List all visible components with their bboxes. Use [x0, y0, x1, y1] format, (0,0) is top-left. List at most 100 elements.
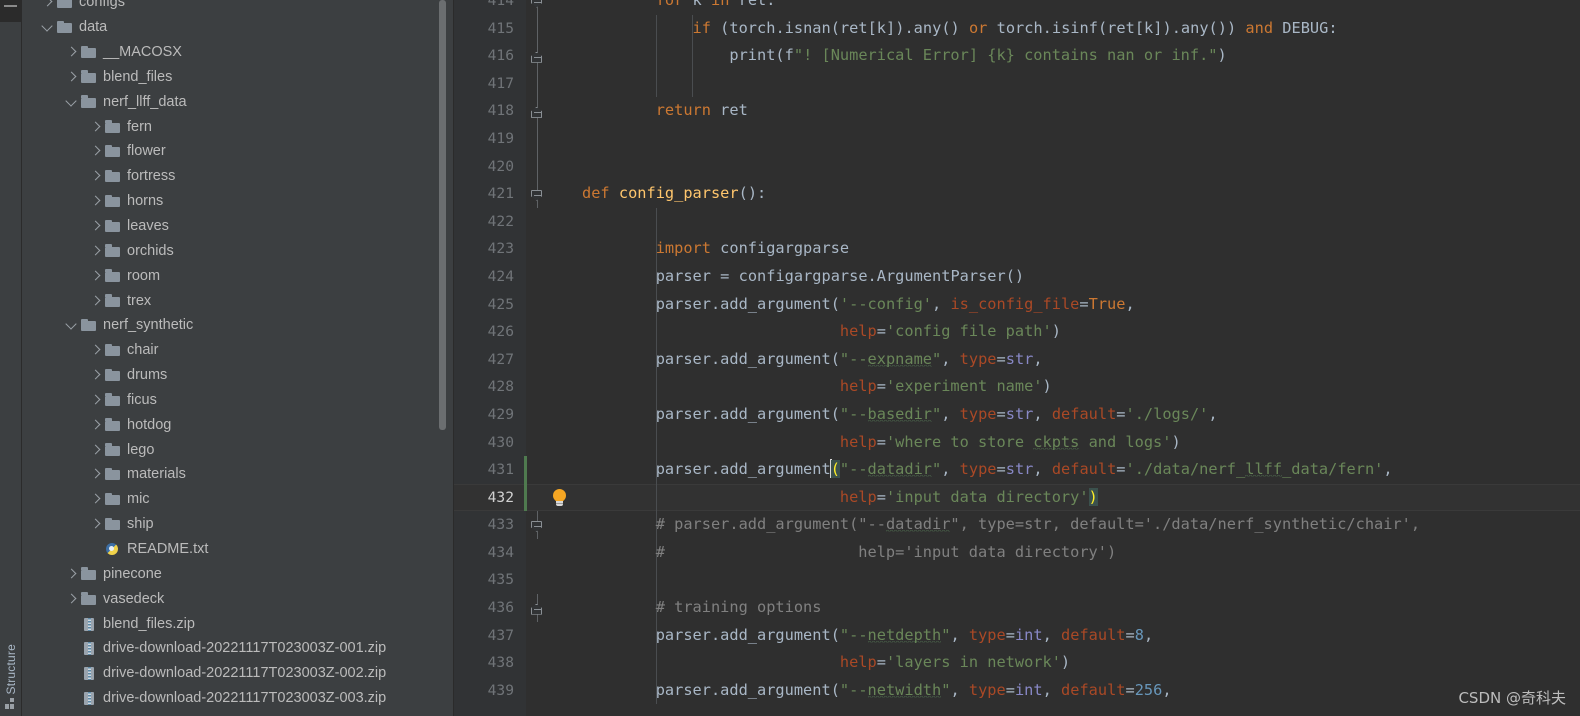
code-line-421[interactable]: 421 def config_parser():: [454, 180, 1580, 209]
code-line-418[interactable]: 418 return ret: [454, 97, 1580, 126]
code-line-419[interactable]: 419: [454, 124, 1580, 153]
code-text[interactable]: def config_parser():: [582, 180, 766, 208]
code-text[interactable]: help='layers in network'): [582, 649, 1070, 677]
code-text[interactable]: help='config file path'): [582, 318, 1061, 346]
chevron-down-icon[interactable]: [40, 19, 56, 35]
structure-tool-button[interactable]: Structure: [0, 644, 22, 711]
collapse-panel-button[interactable]: [0, 0, 22, 22]
chevron-right-icon[interactable]: [64, 44, 80, 60]
code-text[interactable]: parser.add_argument("--expname", type=st…: [582, 346, 1043, 374]
code-line-422[interactable]: 422: [454, 207, 1580, 236]
tree-item-fortress[interactable]: fortress: [22, 164, 454, 189]
code-line-424[interactable]: 424 parser = configargparse.ArgumentPars…: [454, 262, 1580, 291]
chevron-right-icon[interactable]: [64, 566, 80, 582]
tree-item-horns[interactable]: horns: [22, 189, 454, 214]
chevron-right-icon[interactable]: [88, 516, 104, 532]
code-line-439[interactable]: 439 parser.add_argument("--netwidth", ty…: [454, 676, 1580, 705]
tree-item-readme-txt[interactable]: README.txt: [22, 537, 454, 562]
code-line-416[interactable]: 416 print(f"! [Numerical Error] {k} cont…: [454, 42, 1580, 71]
code-text[interactable]: parser = configargparse.ArgumentParser(): [582, 263, 1024, 291]
tree-item-ship[interactable]: ship: [22, 512, 454, 537]
tree-item-lego[interactable]: lego: [22, 437, 454, 462]
chevron-right-icon[interactable]: [88, 168, 104, 184]
code-line-430[interactable]: 430 help='where to store ckpts and logs'…: [454, 428, 1580, 457]
code-line-423[interactable]: 423 import configargparse: [454, 235, 1580, 263]
tree-item-orchids[interactable]: orchids: [22, 238, 454, 263]
code-text[interactable]: print(f"! [Numerical Error] {k} contains…: [582, 42, 1226, 70]
chevron-right-icon[interactable]: [88, 268, 104, 284]
chevron-right-icon[interactable]: [88, 218, 104, 234]
chevron-right-icon[interactable]: [40, 0, 56, 10]
chevron-right-icon[interactable]: [88, 143, 104, 159]
code-line-438[interactable]: 438 help='layers in network'): [454, 649, 1580, 677]
code-line-425[interactable]: 425 parser.add_argument('--config', is_c…: [454, 290, 1580, 319]
chevron-right-icon[interactable]: [88, 119, 104, 135]
chevron-right-icon[interactable]: [88, 466, 104, 482]
tree-item-nerf-llff-data[interactable]: nerf_llff_data: [22, 89, 454, 114]
code-text[interactable]: parser.add_argument("--netwidth", type=i…: [582, 677, 1172, 705]
chevron-down-icon[interactable]: [64, 94, 80, 110]
chevron-down-icon[interactable]: [64, 317, 80, 333]
code-text[interactable]: help='where to store ckpts and logs'): [582, 429, 1181, 457]
chevron-right-icon[interactable]: [88, 491, 104, 507]
project-tree-panel[interactable]: configs data __MACOSX blend_files nerf_llff_…: [22, 0, 454, 716]
tree-item--macosx[interactable]: __MACOSX: [22, 40, 454, 65]
code-text[interactable]: parser.add_argument("--datadir", type=st…: [582, 456, 1393, 484]
fold-expand-icon[interactable]: [531, 0, 543, 15]
tree-item-leaves[interactable]: leaves: [22, 214, 454, 239]
code-line-432[interactable]: 432 help='input data directory'): [454, 483, 1580, 512]
tree-item-blend-files[interactable]: blend_files: [22, 65, 454, 90]
tree-item-drive-download-20221117t023003z-001-zip[interactable]: drive-download-20221117T023003Z-001.zip: [22, 636, 454, 661]
tree-item-data[interactable]: data: [22, 15, 454, 40]
code-text[interactable]: parser.add_argument('--config', is_confi…: [582, 291, 1135, 319]
code-text[interactable]: help='experiment name'): [582, 373, 1052, 401]
code-line-428[interactable]: 428 help='experiment name'): [454, 373, 1580, 401]
tree-item-fern[interactable]: fern: [22, 114, 454, 139]
fold-collapse-icon[interactable]: [531, 42, 543, 71]
tree-item-configs[interactable]: configs: [22, 0, 454, 15]
chevron-right-icon[interactable]: [64, 69, 80, 85]
chevron-right-icon[interactable]: [88, 392, 104, 408]
code-text[interactable]: return ret: [582, 97, 748, 125]
code-line-427[interactable]: 427 parser.add_argument("--expname", typ…: [454, 345, 1580, 374]
tree-item-trex[interactable]: trex: [22, 288, 454, 313]
tree-item-ficus[interactable]: ficus: [22, 388, 454, 413]
project-tree-scrollbar[interactable]: [439, 0, 446, 430]
code-line-429[interactable]: 429 parser.add_argument("--basedir", typ…: [454, 400, 1580, 429]
code-text[interactable]: for k in ret:: [582, 0, 776, 15]
code-line-417[interactable]: 417: [454, 69, 1580, 98]
fold-collapse-icon[interactable]: [531, 594, 543, 623]
tree-item-hotdog[interactable]: hotdog: [22, 412, 454, 437]
fold-expand-icon[interactable]: [531, 180, 543, 209]
chevron-right-icon[interactable]: [88, 193, 104, 209]
tree-item-chair[interactable]: chair: [22, 338, 454, 363]
chevron-right-icon[interactable]: [88, 367, 104, 383]
tree-item-materials[interactable]: materials: [22, 462, 454, 487]
tree-item-blend-files-zip[interactable]: blend_files.zip: [22, 611, 454, 636]
tree-item-drive-download-20221117t023003z-003-zip[interactable]: drive-download-20221117T023003Z-003.zip: [22, 686, 454, 711]
chevron-right-icon[interactable]: [88, 442, 104, 458]
fold-collapse-icon[interactable]: [531, 97, 543, 126]
code-line-426[interactable]: 426 help='config file path'): [454, 318, 1580, 346]
vcs-change-marker[interactable]: [524, 483, 527, 512]
tree-item-flower[interactable]: flower: [22, 139, 454, 164]
tree-item-drive-download-20221117t023003z-002-zip[interactable]: drive-download-20221117T023003Z-002.zip: [22, 661, 454, 686]
code-text[interactable]: # training options: [582, 594, 822, 622]
tree-item-room[interactable]: room: [22, 263, 454, 288]
code-text[interactable]: # help='input data directory'): [582, 539, 1116, 567]
code-line-431[interactable]: 431 parser.add_argument("--datadir", typ…: [454, 456, 1580, 484]
code-line-436[interactable]: 436 # training options: [454, 594, 1580, 623]
chevron-right-icon[interactable]: [88, 293, 104, 309]
code-line-414[interactable]: 414 for k in ret:: [454, 0, 1580, 15]
code-text[interactable]: if (torch.isnan(ret[k]).any() or torch.i…: [582, 15, 1338, 43]
code-text[interactable]: parser.add_argument("--netdepth", type=i…: [582, 622, 1153, 650]
code-text[interactable]: parser.add_argument("--basedir", type=st…: [582, 401, 1218, 429]
tree-item-mic[interactable]: mic: [22, 487, 454, 512]
tree-item-nerf-synthetic[interactable]: nerf_synthetic: [22, 313, 454, 338]
chevron-right-icon[interactable]: [88, 417, 104, 433]
vcs-change-marker[interactable]: [524, 456, 527, 484]
code-line-415[interactable]: 415 if (torch.isnan(ret[k]).any() or tor…: [454, 14, 1580, 43]
code-text[interactable]: import configargparse: [582, 235, 849, 263]
code-line-437[interactable]: 437 parser.add_argument("--netdepth", ty…: [454, 621, 1580, 650]
code-line-434[interactable]: 434 # help='input data directory'): [454, 538, 1580, 567]
